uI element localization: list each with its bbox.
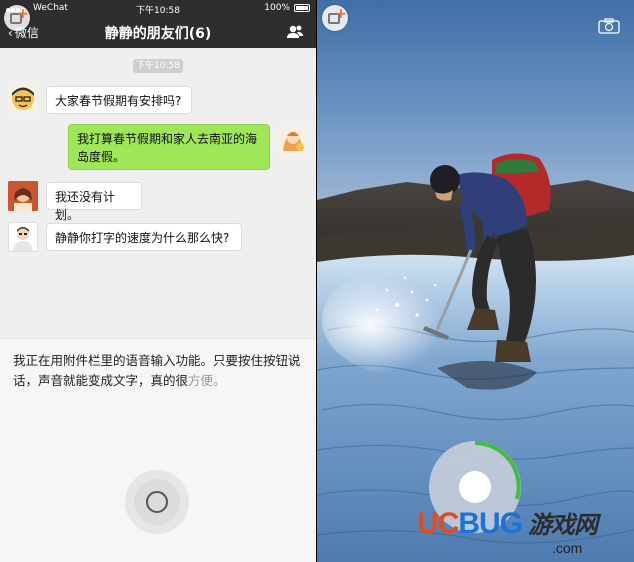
watermark-letter: U bbox=[479, 507, 501, 540]
watermark-letter: U bbox=[417, 507, 439, 540]
add-media-icon[interactable]: + bbox=[4, 5, 30, 31]
avatar[interactable] bbox=[8, 222, 38, 252]
voice-input-icon bbox=[134, 479, 180, 525]
chat-timestamp: 下午10:58 bbox=[133, 59, 183, 73]
watermark-letter: C bbox=[437, 507, 460, 540]
voice-input-button[interactable] bbox=[125, 470, 189, 534]
avatar-self[interactable] bbox=[278, 125, 308, 155]
battery-percent: 100% bbox=[264, 3, 290, 13]
battery-icon bbox=[294, 4, 310, 12]
message-bubble[interactable]: 大家春节假期有安排吗? bbox=[46, 86, 192, 114]
chat-panel: WeChat 下午10:58 100% ‹ 微信 静静的朋友们(6) + 下午10… bbox=[0, 0, 316, 562]
watermark-letter: G bbox=[499, 507, 523, 540]
message-text: 我打算春节假期和家人去南亚的海岛度假。 bbox=[77, 132, 258, 164]
watermark-letter: B bbox=[458, 507, 480, 540]
watermark-domain: .com bbox=[552, 540, 583, 556]
camera-switch-icon[interactable] bbox=[598, 18, 620, 34]
watermark-cn: 游戏网 bbox=[528, 512, 598, 539]
camera-preview: + UCBUG 游戏网 .com bbox=[317, 0, 634, 562]
chat-title: 静静的朋友们(6) bbox=[104, 26, 212, 42]
input-text-recognized: 我正在用附件栏里的语音输入功能。只要按住按钮说话，声音就能变成文字，真的很 bbox=[13, 353, 301, 388]
voice-input-panel: 我正在用附件栏里的语音输入功能。只要按住按钮说话，声音就能变成文字，真的很方便。 bbox=[0, 338, 316, 562]
message-bubble[interactable]: 静静你打字的速度为什么那么快? bbox=[46, 223, 242, 251]
site-watermark: UCBUG 游戏网 bbox=[417, 505, 598, 541]
message-text: 我还没有计划。 bbox=[55, 190, 116, 222]
nav-bar: ‹ 微信 静静的朋友们(6) bbox=[0, 16, 316, 48]
avatar[interactable] bbox=[8, 84, 38, 114]
message-input[interactable]: 我正在用附件栏里的语音输入功能。只要按住按钮说话，声音就能变成文字，真的很方便。 bbox=[13, 351, 305, 391]
message-text: 大家春节假期有安排吗? bbox=[55, 94, 182, 108]
message-bubble-outgoing[interactable]: 我打算春节假期和家人去南亚的海岛度假。 bbox=[68, 124, 270, 170]
status-bar: WeChat 下午10:58 100% bbox=[0, 0, 316, 16]
group-members-icon[interactable] bbox=[286, 23, 304, 41]
message-text: 静静你打字的速度为什么那么快? bbox=[55, 231, 230, 245]
message-bubble[interactable]: 我还没有计划。 bbox=[46, 182, 142, 222]
add-media-icon[interactable]: + bbox=[322, 5, 348, 31]
input-text-pending: 方便。 bbox=[188, 373, 226, 388]
avatar[interactable] bbox=[8, 181, 38, 211]
record-icon bbox=[459, 471, 491, 503]
